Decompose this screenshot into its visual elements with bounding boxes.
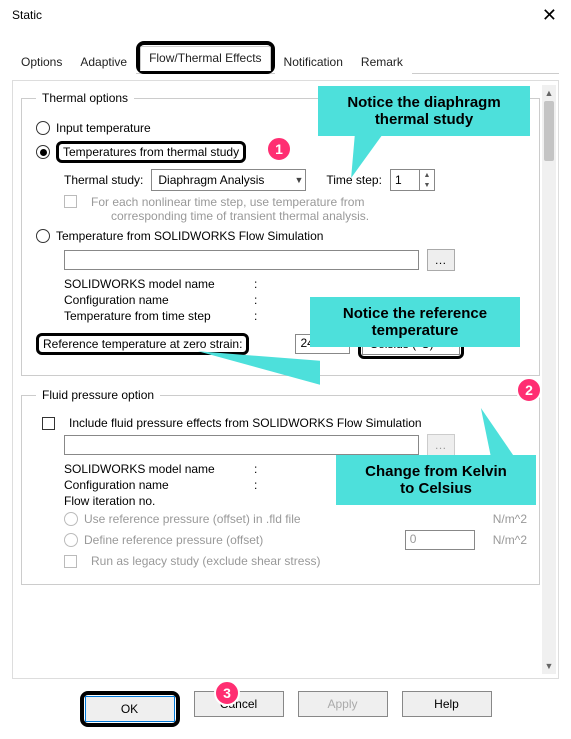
- thermal-study-value: Diaphragm Analysis: [158, 173, 264, 187]
- pressure-unit: N/m^2: [493, 533, 527, 547]
- scroll-thumb[interactable]: [544, 101, 554, 161]
- legend-fluid-pressure: Fluid pressure option: [36, 388, 160, 402]
- radio-icon: [64, 512, 78, 526]
- use-ref-pressure-label: Use reference pressure (offset) in .fld …: [84, 512, 301, 526]
- tab-remark[interactable]: Remark: [352, 50, 412, 74]
- flow-sim-path-input[interactable]: [64, 250, 419, 270]
- titlebar: Static ✕: [0, 0, 571, 26]
- legend-thermal-options: Thermal options: [36, 91, 134, 105]
- radio-icon: [64, 533, 78, 547]
- radio-icon: [36, 121, 50, 135]
- tab-content: Thermal options Input temperature Temper…: [12, 80, 559, 679]
- chevron-down-icon: ▼: [294, 175, 303, 185]
- radio-label: Input temperature: [56, 121, 151, 135]
- scroll-down-icon[interactable]: ▼: [542, 658, 556, 674]
- close-icon[interactable]: ✕: [536, 6, 563, 24]
- include-fluid-checkbox[interactable]: [42, 417, 55, 430]
- fluid-path-input[interactable]: [64, 435, 419, 455]
- radio-temp-from-flow[interactable]: Temperature from SOLIDWORKS Flow Simulat…: [36, 229, 527, 243]
- callout-ref-temp: Notice the reference temperature: [310, 297, 520, 347]
- time-step-value[interactable]: [391, 170, 419, 190]
- radio-icon: [36, 145, 50, 159]
- run-legacy-checkbox: [64, 555, 77, 568]
- nonlinear-checkbox: [64, 195, 77, 208]
- browse-button: …: [427, 434, 455, 456]
- badge-2: 2: [516, 377, 542, 403]
- define-ref-pressure-label: Define reference pressure (offset): [84, 533, 263, 547]
- ok-button[interactable]: OK: [85, 696, 175, 722]
- pressure-unit: N/m^2: [493, 512, 527, 526]
- window-title: Static: [12, 8, 42, 22]
- define-ref-pressure-input: 0: [405, 530, 475, 550]
- time-step-spinner[interactable]: ▲ ▼: [390, 169, 435, 191]
- thermal-study-dropdown[interactable]: Diaphragm Analysis ▼: [151, 169, 306, 191]
- thermal-study-label: Thermal study:: [64, 173, 143, 187]
- callout-diaphragm: Notice the diaphragm thermal study: [318, 86, 530, 136]
- browse-button[interactable]: …: [427, 249, 455, 271]
- kv-model-name: SOLIDWORKS model name:: [64, 277, 527, 291]
- spinner-up-icon[interactable]: ▲: [420, 170, 434, 180]
- nonlinear-note: For each nonlinear time step, use temper…: [91, 195, 369, 223]
- scrollbar[interactable]: ▲ ▼: [542, 85, 556, 674]
- tab-strip: Options Adaptive Flow/Thermal Effects No…: [12, 40, 559, 74]
- radio-icon: [36, 229, 50, 243]
- include-fluid-label: Include fluid pressure effects from SOLI…: [69, 416, 422, 430]
- apply-button: Apply: [298, 691, 388, 717]
- radio-label: Temperatures from thermal study: [56, 141, 246, 163]
- badge-1: 1: [266, 136, 292, 162]
- dialog-button-row: OK Cancel Apply Help: [0, 691, 571, 727]
- tab-notification[interactable]: Notification: [275, 50, 352, 74]
- run-legacy-label: Run as legacy study (exclude shear stres…: [91, 554, 320, 568]
- spinner-down-icon[interactable]: ▼: [420, 180, 434, 190]
- callout-unit: Change from Kelvin to Celsius: [336, 455, 536, 505]
- scroll-up-icon[interactable]: ▲: [542, 85, 556, 101]
- badge-3: 3: [214, 680, 240, 706]
- radio-label: Temperature from SOLIDWORKS Flow Simulat…: [56, 229, 323, 243]
- tab-adaptive[interactable]: Adaptive: [71, 50, 136, 74]
- tab-options[interactable]: Options: [12, 50, 71, 74]
- tab-flow-thermal[interactable]: Flow/Thermal Effects: [140, 46, 270, 71]
- help-button[interactable]: Help: [402, 691, 492, 717]
